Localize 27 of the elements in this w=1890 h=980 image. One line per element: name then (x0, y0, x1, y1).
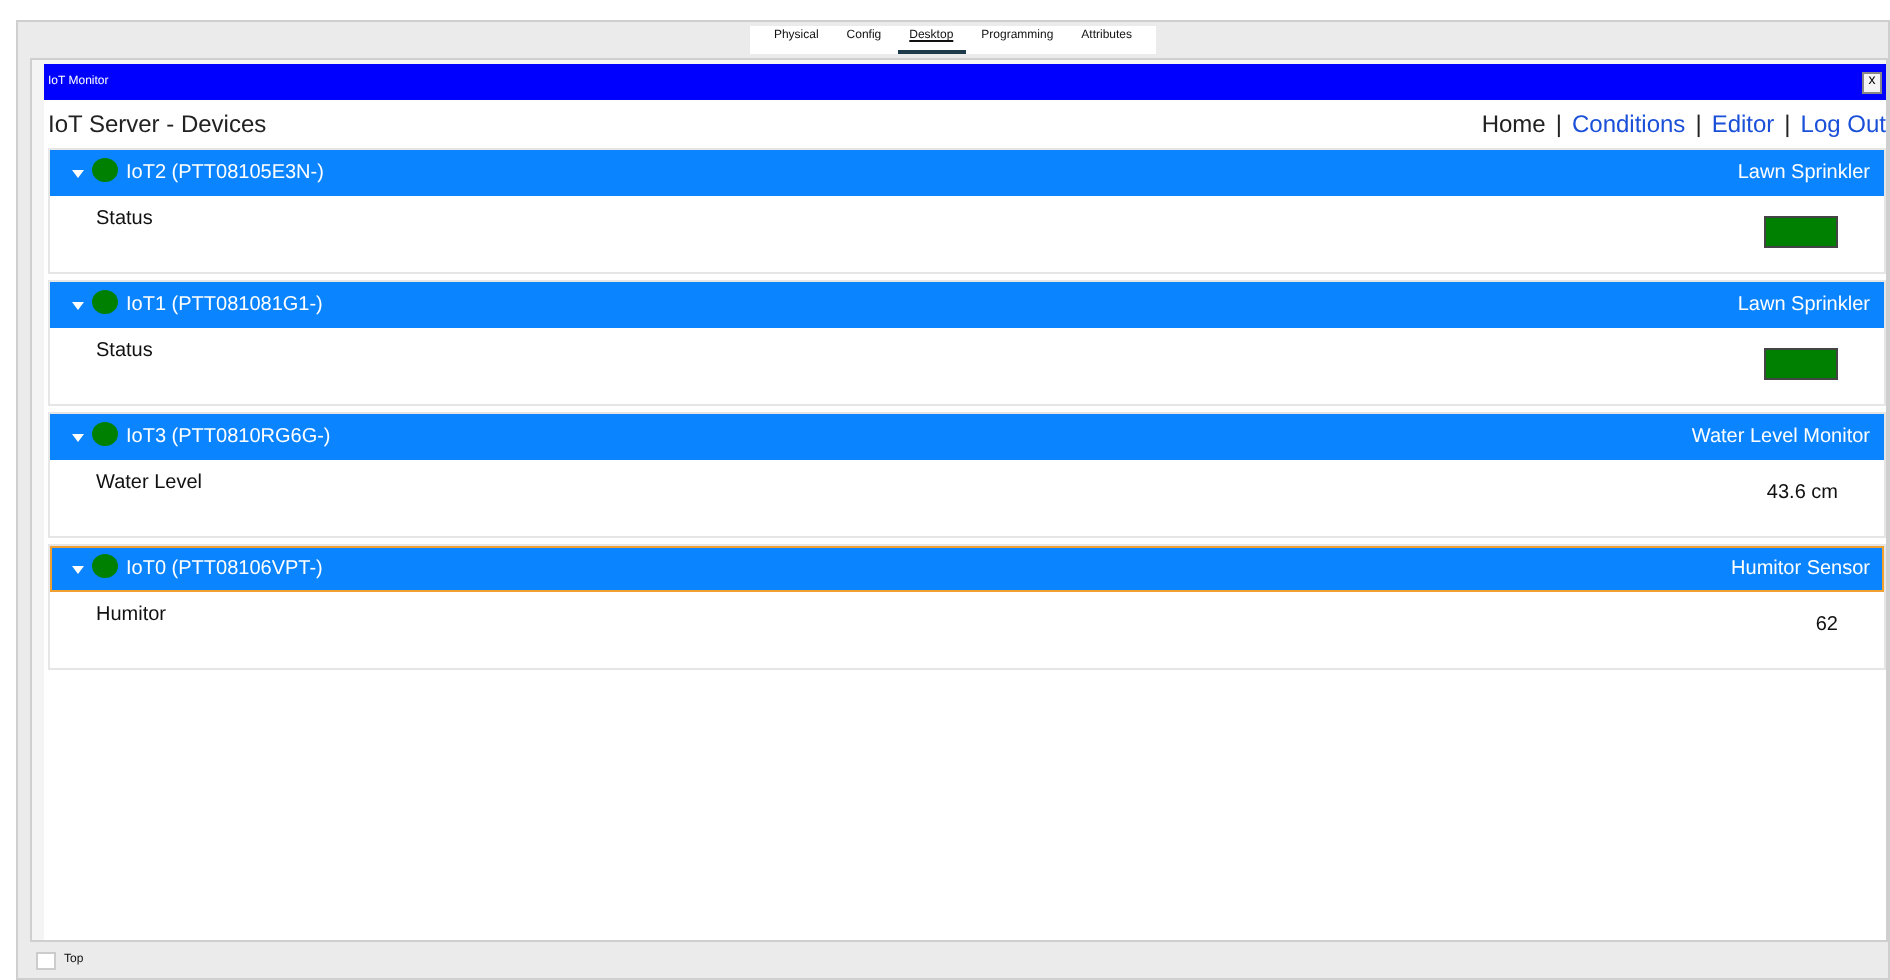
nav-separator: | (1782, 110, 1793, 138)
nav-link[interactable]: Conditions (1571, 110, 1686, 138)
property-value: 43.6 cm (1766, 480, 1838, 508)
device-type: Lawn Sprinkler (1737, 294, 1870, 316)
property-value: 62 (1815, 612, 1838, 640)
device-header[interactable]: IoT1 (PTT081081G1-) Lawn Sprinkler (50, 282, 1884, 328)
device-name: IoT3 (PTT0810RG6G-) (126, 426, 331, 448)
nav-separator: | (1553, 110, 1564, 138)
nav-link[interactable]: Home (1481, 110, 1546, 138)
property-label: Humitor (96, 604, 167, 630)
device-type: Lawn Sprinkler (1737, 162, 1870, 184)
nav-separator: | (1693, 110, 1704, 138)
property-label: Status (96, 208, 153, 234)
device-header[interactable]: IoT3 (PTT0810RG6G-) Water Level Monitor (50, 414, 1884, 460)
device-name: IoT1 (PTT081081G1-) (126, 294, 323, 316)
device-type: Water Level Monitor (1691, 426, 1870, 448)
property-label: Water Level (96, 472, 202, 498)
page-title: IoT Server - Devices (48, 110, 267, 138)
device-header[interactable]: IoT0 (PTT08106VPT-) Humitor Sensor (50, 546, 1884, 592)
device-name: IoT2 (PTT08105E3N-) (126, 162, 324, 184)
nav-link[interactable]: Log Out (1800, 110, 1886, 138)
device-name: IoT0 (PTT08106VPT-) (126, 558, 323, 580)
property-label: Status (96, 340, 153, 366)
device-type: Humitor Sensor (1731, 558, 1870, 580)
top-checkbox[interactable] (36, 951, 56, 969)
nav-link[interactable]: Editor (1711, 110, 1775, 138)
device-header[interactable]: IoT2 (PTT08105E3N-) Lawn Sprinkler (50, 150, 1884, 196)
